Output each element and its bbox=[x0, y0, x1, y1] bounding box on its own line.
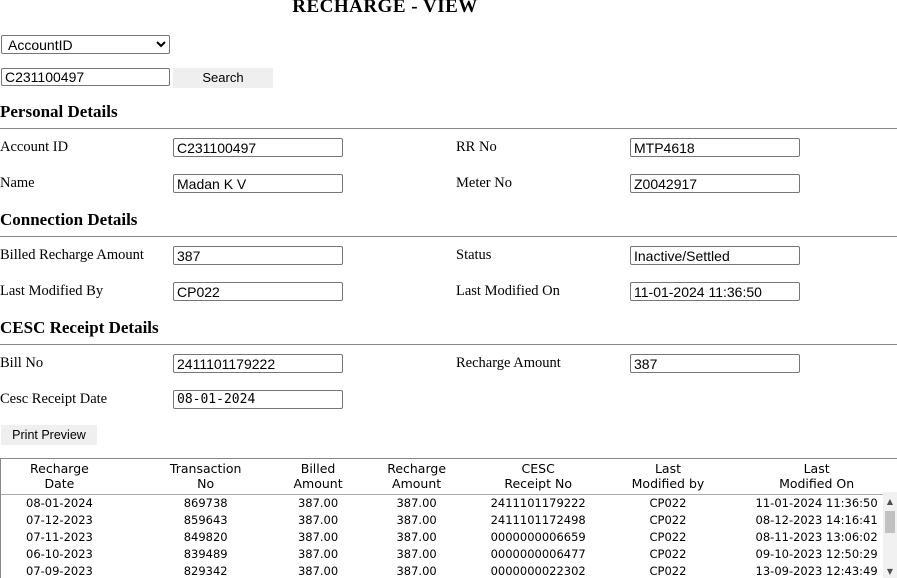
table-cell: 829342 bbox=[183, 564, 228, 578]
section-divider bbox=[0, 128, 897, 129]
table-cell: 09-10-2023 12:50:29 bbox=[755, 547, 878, 561]
column-header-cesc-receipt-no[interactable]: CESC Receipt No bbox=[491, 459, 586, 495]
table-cell: 0000000006659 bbox=[490, 530, 586, 544]
column-header-recharge-date[interactable]: Recharge Date bbox=[1, 459, 118, 495]
recharge-amount-label: Recharge Amount bbox=[456, 355, 561, 371]
table-cell: 387.00 bbox=[396, 513, 437, 527]
table-cell: 0000000006477 bbox=[490, 547, 586, 561]
rr-no-field[interactable] bbox=[630, 138, 800, 157]
table-cell: 2411101179222 bbox=[490, 496, 586, 510]
recharge-history-table: Recharge Date Transaction No Billed Amou… bbox=[0, 458, 897, 578]
cesc-receipt-date-field[interactable] bbox=[173, 390, 343, 409]
account-id-label: Account ID bbox=[0, 139, 69, 155]
table-cell: 07-12-2023 bbox=[26, 513, 93, 527]
column-header-last-modified-on[interactable]: Last Modified On bbox=[750, 459, 883, 495]
table-cell: CP022 bbox=[649, 513, 687, 527]
status-field[interactable] bbox=[630, 246, 800, 265]
scroll-down-arrow-icon[interactable]: ▼ bbox=[883, 566, 897, 578]
last-modified-on-label: Last Modified On bbox=[456, 283, 560, 299]
table-row[interactable]: 08-01-2024 869738 387.00 387.00 24111011… bbox=[1, 495, 883, 513]
table-cell: 387.00 bbox=[396, 496, 437, 510]
table-row[interactable]: 06-10-2023 839489 387.00 387.00 00000000… bbox=[1, 546, 883, 563]
billed-recharge-amount-field[interactable] bbox=[173, 246, 343, 265]
cesc-receipt-date-label: Cesc Receipt Date bbox=[0, 391, 108, 407]
page-title: RECHARGE - VIEW bbox=[292, 0, 478, 17]
section-divider bbox=[0, 236, 897, 237]
meter-no-field[interactable] bbox=[630, 174, 800, 193]
connection-details-heading: Connection Details bbox=[0, 210, 138, 229]
table-cell: 07-11-2023 bbox=[26, 530, 93, 544]
column-header-last-modified-by[interactable]: Last Modified by bbox=[586, 459, 750, 495]
personal-details-heading: Personal Details bbox=[0, 102, 118, 121]
table-cell: 387.00 bbox=[396, 530, 437, 544]
bill-no-label: Bill No bbox=[0, 355, 44, 371]
table-cell: 11-01-2024 11:36:50 bbox=[755, 496, 878, 510]
status-label: Status bbox=[456, 247, 492, 263]
table-cell: 839489 bbox=[183, 547, 228, 561]
table-cell: 2411101172498 bbox=[490, 513, 586, 527]
print-preview-button[interactable]: Print Preview bbox=[1, 425, 97, 445]
name-field[interactable] bbox=[173, 174, 343, 193]
table-cell: 387.00 bbox=[297, 547, 339, 561]
last-modified-by-label: Last Modified By bbox=[0, 283, 104, 299]
last-modified-on-field[interactable] bbox=[630, 282, 800, 301]
name-label: Name bbox=[0, 175, 35, 191]
recharge-amount-field[interactable] bbox=[630, 354, 800, 373]
meter-no-label: Meter No bbox=[456, 175, 512, 191]
table-cell: 869738 bbox=[183, 496, 228, 510]
table-cell: 08-12-2023 14:16:41 bbox=[755, 513, 878, 527]
cesc-receipt-details-heading: CESC Receipt Details bbox=[0, 318, 159, 337]
last-modified-by-field[interactable] bbox=[173, 282, 343, 301]
table-cell: 0000000022302 bbox=[490, 564, 586, 578]
table-row[interactable]: 07-11-2023 849820 387.00 387.00 00000000… bbox=[1, 529, 883, 546]
column-header-billed-amount[interactable]: Billed Amount bbox=[294, 459, 343, 495]
table-cell: 387.00 bbox=[297, 564, 339, 578]
table-cell: CP022 bbox=[649, 547, 687, 561]
account-id-field[interactable] bbox=[173, 138, 343, 157]
table-cell: 387.00 bbox=[396, 564, 437, 578]
table-cell: 849820 bbox=[183, 530, 228, 544]
search-button[interactable]: Search bbox=[173, 68, 273, 88]
table-cell: 07-09-2023 bbox=[26, 564, 93, 578]
table-cell: 08-01-2024 bbox=[26, 496, 93, 510]
table-cell: 387.00 bbox=[297, 513, 339, 527]
search-input[interactable] bbox=[1, 68, 170, 86]
table-cell: 387.00 bbox=[396, 547, 437, 561]
rr-no-label: RR No bbox=[456, 139, 497, 155]
section-divider bbox=[0, 344, 897, 345]
table-cell: 387.00 bbox=[297, 530, 339, 544]
table-scrollbar[interactable]: ▲ ▼ bbox=[883, 492, 897, 578]
table-cell: 13-09-2023 12:43:49 bbox=[755, 564, 878, 578]
table-cell: 08-11-2023 13:06:02 bbox=[755, 530, 878, 544]
table-header-row: Recharge Date Transaction No Billed Amou… bbox=[1, 459, 883, 495]
table-cell: CP022 bbox=[649, 530, 687, 544]
table-cell: 387.00 bbox=[297, 496, 339, 510]
bill-no-field[interactable] bbox=[173, 354, 343, 373]
column-header-recharge-amount[interactable]: Recharge Amount bbox=[343, 459, 491, 495]
table-cell: 859643 bbox=[183, 513, 228, 527]
search-field-select[interactable]: AccountID bbox=[1, 35, 170, 54]
table-cell: CP022 bbox=[649, 564, 687, 578]
table-row[interactable]: 07-09-2023 829342 387.00 387.00 00000000… bbox=[1, 563, 883, 578]
scrollbar-thumb[interactable] bbox=[885, 511, 895, 533]
column-header-transaction-no[interactable]: Transaction No bbox=[118, 459, 294, 495]
table-row[interactable]: 07-12-2023 859643 387.00 387.00 24111011… bbox=[1, 512, 883, 529]
table-cell: 06-10-2023 bbox=[26, 547, 93, 561]
billed-recharge-amount-label: Billed Recharge Amount bbox=[0, 247, 144, 263]
scroll-up-arrow-icon[interactable]: ▲ bbox=[883, 496, 897, 508]
table-cell: CP022 bbox=[649, 496, 687, 510]
